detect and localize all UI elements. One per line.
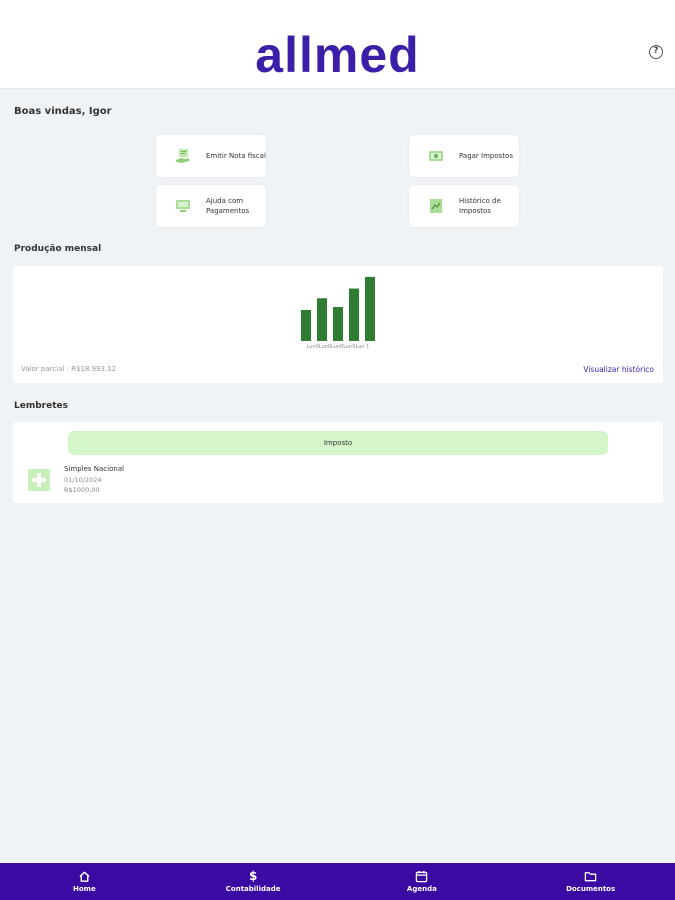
app-header: allmed ? bbox=[0, 0, 675, 89]
invoice-hand-icon bbox=[176, 149, 189, 163]
folder-icon bbox=[584, 872, 597, 882]
chart-bar bbox=[365, 276, 375, 341]
reminder-card[interactable]: Imposto Simples Nacional 01/10/2024 R$10… bbox=[13, 422, 663, 503]
tax-history-icon bbox=[430, 199, 442, 213]
emit-invoice-button[interactable]: Emitir Nota fiscal bbox=[156, 135, 266, 177]
calendar-icon bbox=[416, 870, 428, 883]
plus-icon bbox=[28, 469, 50, 491]
nav-documentos-label: Documentos bbox=[566, 885, 616, 893]
emit-invoice-label: Emitir Nota fiscal bbox=[206, 152, 266, 160]
chart-bar bbox=[333, 307, 343, 341]
pay-taxes-icon bbox=[429, 151, 443, 161]
tax-history-button[interactable]: Histórico de Impostos bbox=[409, 185, 519, 227]
production-title: Produção mensal bbox=[14, 244, 102, 254]
bottom-nav: Home $ Contabilidade Agenda Documentos bbox=[0, 863, 675, 900]
production-chart: Lun0Lun0Lun0Lun0Lun 1 bbox=[301, 276, 375, 350]
pay-taxes-label: Pagar Impostos bbox=[459, 152, 513, 160]
partial-value: Valor parcial : R$18.993,12 bbox=[21, 365, 117, 373]
pay-taxes-button[interactable]: Pagar Impostos bbox=[409, 135, 519, 177]
reminder-date: 01/10/2024 bbox=[64, 476, 102, 484]
question-circle-icon[interactable]: ? bbox=[649, 45, 663, 59]
tax-history-label: Histórico de Impostos bbox=[459, 197, 501, 215]
welcome-text: Boas vindas, Igor bbox=[14, 106, 112, 117]
payment-help-label: Ajuda com Pagamentos bbox=[206, 197, 250, 215]
chart-bar bbox=[317, 298, 327, 341]
dollar-icon: $ bbox=[248, 869, 258, 883]
home-icon bbox=[79, 871, 90, 882]
reminder-name: Simples Nacional bbox=[64, 465, 125, 473]
chart-bar bbox=[349, 288, 359, 341]
chart-category-labels: Lun0Lun0Lun0Lun0Lun 1 bbox=[307, 344, 370, 350]
nav-agenda[interactable]: Agenda bbox=[338, 863, 507, 900]
nav-home-label: Home bbox=[73, 885, 96, 893]
chart-bar bbox=[301, 309, 311, 341]
nav-agenda-label: Agenda bbox=[406, 885, 437, 893]
allmed-logo: allmed bbox=[255, 27, 420, 83]
nav-contabilidade-label: Contabilidade bbox=[225, 885, 281, 893]
nav-home[interactable]: Home bbox=[0, 863, 169, 900]
reminder-value: R$1000,00 bbox=[64, 486, 100, 494]
payment-help-icon bbox=[176, 200, 190, 212]
imposto-tag: Imposto bbox=[68, 431, 608, 455]
reminders-title: Lembretes bbox=[14, 401, 68, 411]
nav-documentos[interactable]: Documentos bbox=[506, 863, 675, 900]
payment-help-button[interactable]: Ajuda com Pagamentos bbox=[156, 185, 266, 227]
nav-contabilidade[interactable]: $ Contabilidade bbox=[169, 863, 338, 900]
view-history-link[interactable]: Visualizar histórico bbox=[583, 365, 654, 374]
production-card: Lun0Lun0Lun0Lun0Lun 1 Valor parcial : R$… bbox=[13, 266, 663, 383]
